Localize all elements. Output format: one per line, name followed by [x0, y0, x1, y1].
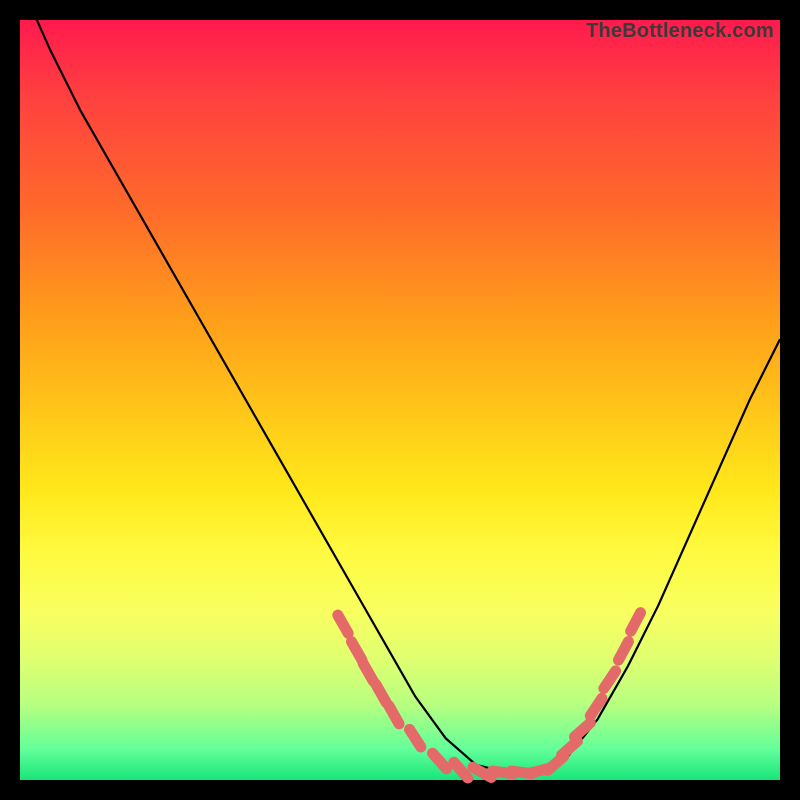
curve-marker	[562, 741, 578, 755]
plot-area: TheBottleneck.com	[20, 20, 780, 780]
curve-marker	[363, 663, 373, 681]
curve-marker	[376, 684, 386, 702]
curve-marker	[575, 723, 591, 737]
bottleneck-curve-path	[20, 0, 780, 772]
curve-marker	[389, 706, 399, 724]
curve-marker	[454, 762, 468, 778]
curve-marker	[338, 615, 348, 633]
curve-marker	[352, 642, 362, 660]
curve-marker	[604, 671, 616, 689]
bottleneck-chart	[20, 20, 780, 780]
chart-frame: TheBottleneck.com	[0, 0, 800, 800]
curve-marker	[631, 613, 641, 632]
curve-marker	[410, 729, 421, 747]
marker-layer	[338, 613, 641, 778]
curve-marker	[433, 753, 447, 769]
curve-marker	[619, 642, 629, 661]
